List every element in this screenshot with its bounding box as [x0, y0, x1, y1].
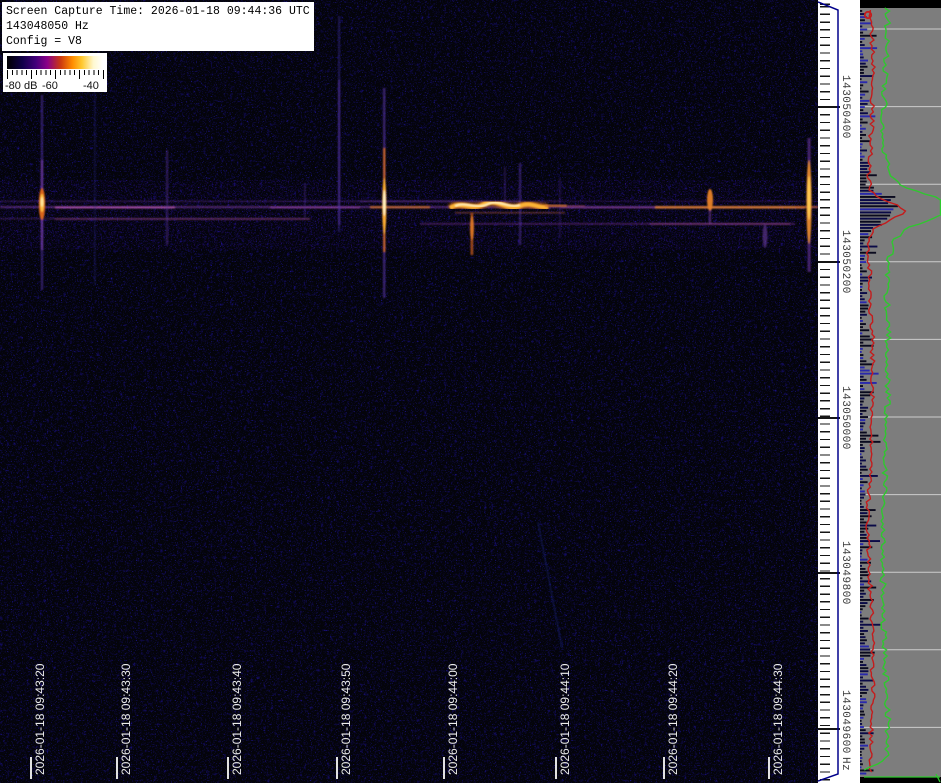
time-axis-label: 2026-01-18 09:44:00 [446, 663, 460, 775]
time-axis-label: 2026-01-18 09:43:20 [33, 663, 47, 775]
spectrum-lab-screen: 2026-01-18 09:43:20 2026-01-18 09:43:30 … [0, 0, 941, 783]
time-axis-label: 2026-01-18 09:44:30 [771, 663, 785, 775]
frequency-tick-label: 143050000 [839, 386, 851, 450]
time-axis-label: 2026-01-18 09:43:30 [119, 663, 133, 775]
frequency-axis: 143050400 143050200 143050000 143049800 … [818, 0, 860, 783]
frequency-text: 143048050 Hz [6, 20, 89, 33]
time-tick [555, 757, 557, 779]
config-text: Config = V8 [6, 35, 82, 48]
frequency-unit-label: Hz [839, 757, 851, 772]
time-tick [336, 757, 338, 779]
frequency-tick-label: 143050400 [839, 75, 851, 139]
time-tick [227, 757, 229, 779]
frequency-tick-label: 143049800 [839, 541, 851, 605]
time-tick [116, 757, 118, 779]
capture-info-box: Screen Capture Time: 2026-01-18 09:44:36… [2, 2, 314, 51]
time-tick [443, 757, 445, 779]
time-axis-label: 2026-01-18 09:43:40 [230, 663, 244, 775]
time-tick [663, 757, 665, 779]
time-axis-label: 2026-01-18 09:44:20 [666, 663, 680, 775]
colorbar-label-max: -40 [83, 80, 99, 92]
time-tick [30, 757, 32, 779]
frequency-tick-label: 143049600 [839, 690, 851, 754]
frequency-tick-label: 143050200 [839, 230, 851, 294]
colorbar-label-min: -80 dB [5, 80, 38, 92]
colorbar-major-ticks [7, 70, 104, 79]
time-axis-label: 2026-01-18 09:43:50 [339, 663, 353, 775]
spectrum-panel [860, 0, 941, 783]
colorbar-gradient [7, 56, 103, 69]
time-tick [768, 757, 770, 779]
intensity-colorbar: -80 dB -60 -40 [3, 53, 107, 92]
time-axis-label: 2026-01-18 09:44:10 [558, 663, 572, 775]
capture-time-text: Screen Capture Time: 2026-01-18 09:44:36… [6, 5, 310, 18]
colorbar-label-mid: -60 [42, 80, 58, 92]
